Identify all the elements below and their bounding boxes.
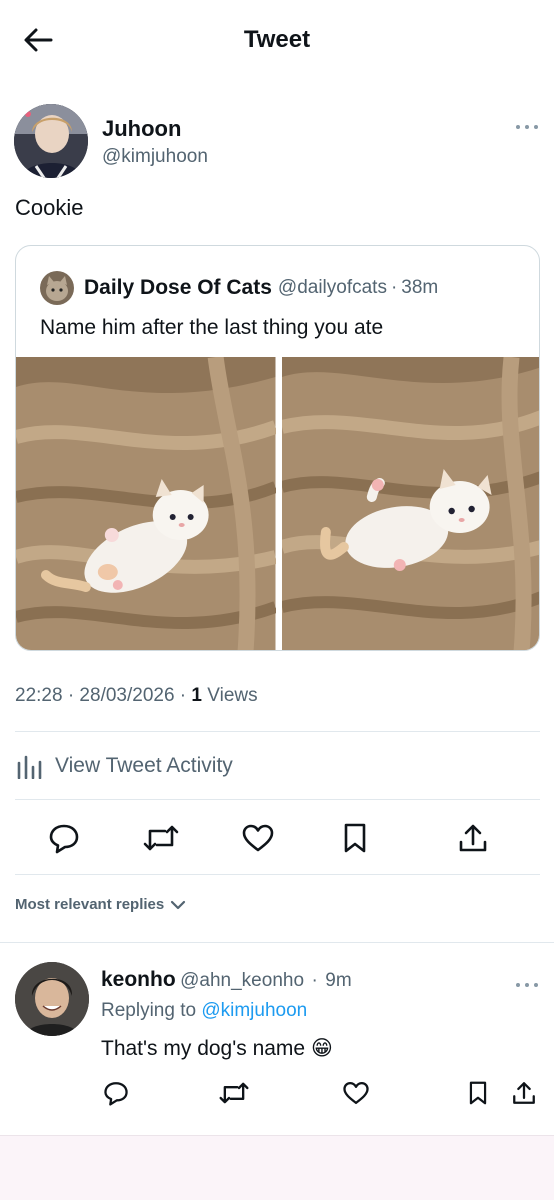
reply-button[interactable] [46, 820, 82, 856]
separator-dot: · [311, 970, 318, 991]
reply-retweet-button[interactable] [219, 1078, 249, 1108]
retweet-icon [219, 1082, 249, 1104]
tweet-author: Juhoon @kimjuhoon [14, 104, 540, 180]
reply-avatar[interactable] [15, 962, 89, 1036]
quote-avatar [40, 271, 74, 305]
tweet-timestamp: 22:28 · 28/03/2026 · [15, 685, 187, 706]
analytics-bars-icon [17, 755, 42, 779]
reply-author-name[interactable]: keonho [101, 968, 176, 991]
reply-bubble-icon [104, 1082, 128, 1106]
tweet-meta: 22:28 · 28/03/2026 · 1 Views [15, 685, 258, 707]
page-title: Tweet [243, 26, 311, 53]
author-name[interactable]: Juhoon [102, 116, 181, 142]
divider [15, 731, 540, 732]
reply-composer-area[interactable] [0, 1135, 554, 1200]
quote-text: Name him after the last thing you ate [40, 316, 384, 339]
more-horizontal-icon [516, 125, 538, 129]
heart-icon [242, 824, 274, 852]
reply-actions [0, 1074, 554, 1110]
reply-author-handle[interactable]: @ahn_keonho [180, 970, 304, 991]
author-handle[interactable]: @kimjuhoon [102, 146, 208, 168]
views-label: Views [207, 685, 258, 706]
tweet-text: Cookie [15, 195, 84, 220]
reply-text: That's my dog's name 😁 [101, 1037, 333, 1060]
bookmark-icon [469, 1081, 487, 1105]
heart-icon [343, 1081, 369, 1105]
replying-to: Replying to @kimjuhoon [101, 1000, 307, 1022]
views-count[interactable]: 1 [191, 685, 202, 706]
avatar-image [15, 962, 89, 1036]
divider [15, 799, 540, 800]
author-avatar[interactable] [14, 104, 88, 178]
reply-like-button[interactable] [341, 1078, 371, 1108]
quote-author-handle: @dailyofcats [277, 277, 387, 298]
divider [0, 942, 554, 943]
media-image-2[interactable] [281, 357, 539, 650]
more-button[interactable] [514, 120, 540, 134]
like-button[interactable] [240, 820, 276, 856]
share-button[interactable] [455, 820, 491, 856]
tweet-actions [0, 814, 554, 862]
separator-dot: · [390, 277, 398, 298]
quoted-tweet[interactable]: Daily Dose Of Cats @dailyofcats · 38m Na… [15, 245, 540, 651]
replying-to-link[interactable]: @kimjuhoon [201, 1000, 307, 1021]
reply-more-button[interactable] [514, 978, 540, 992]
quoted-tweet-header: Daily Dose Of Cats @dailyofcats · 38m [40, 271, 439, 305]
reply-bookmark-button[interactable] [463, 1078, 493, 1108]
quote-media [16, 357, 539, 650]
view-tweet-activity-button[interactable]: View Tweet Activity [15, 748, 233, 784]
reply-share-button[interactable] [509, 1078, 539, 1108]
share-upload-icon [513, 1082, 535, 1104]
chevron-down-icon [171, 900, 186, 909]
reply-time: 9m [325, 970, 352, 991]
bookmark-button[interactable] [337, 820, 373, 856]
replying-prefix: Replying to [101, 1000, 197, 1021]
media-image-1[interactable] [16, 357, 276, 650]
top-bar: Tweet [0, 0, 554, 82]
replies-sort-label: Most relevant replies [15, 896, 165, 913]
replies-sort-button[interactable]: Most relevant replies [15, 896, 186, 913]
reply-reply-button[interactable] [101, 1078, 131, 1108]
activity-label: View Tweet Activity [55, 754, 233, 777]
retweet-icon [143, 825, 179, 851]
retweet-button[interactable] [143, 820, 179, 856]
quote-time: 38m [401, 277, 439, 298]
quote-author-name: Daily Dose Of Cats [84, 276, 272, 299]
reply-tweet[interactable]: keonho @ahn_keonho · 9m Replying to @kim… [0, 944, 554, 1134]
more-horizontal-icon [516, 983, 538, 987]
bookmark-icon [344, 823, 366, 853]
share-upload-icon [459, 824, 487, 852]
divider [15, 874, 540, 875]
avatar-image [14, 104, 88, 178]
reply-header: keonho @ahn_keonho · 9m [101, 968, 352, 992]
reply-bubble-icon [49, 824, 79, 854]
